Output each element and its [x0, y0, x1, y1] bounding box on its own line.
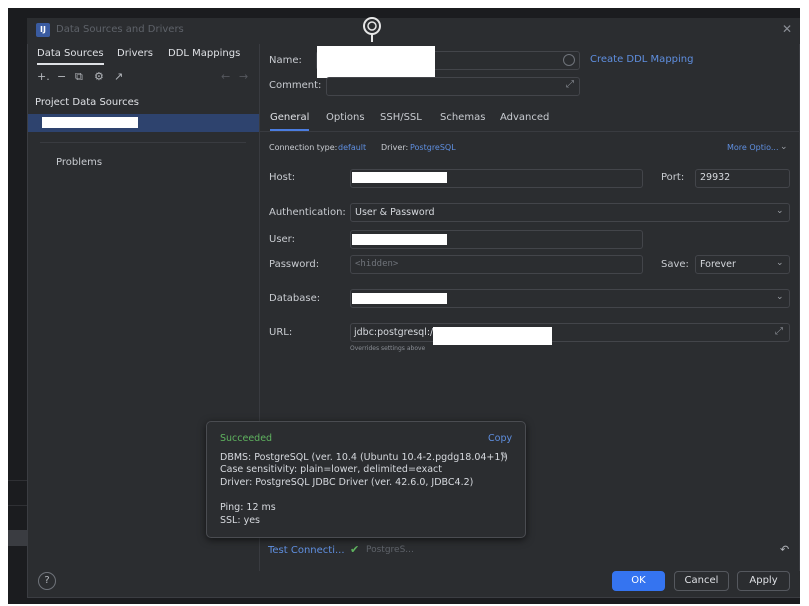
port-label: Port: [661, 172, 685, 183]
status-succeeded: Succeeded [220, 433, 273, 444]
pencil-icon: ✎ [500, 451, 509, 462]
settings-icon[interactable]: ⚙ [94, 70, 104, 83]
comment-label: Comment: [269, 80, 322, 91]
ok-button[interactable]: OK [612, 571, 665, 591]
test-connection-link[interactable]: Test Connecti... [268, 545, 345, 556]
ping-info: Ping: 12 ms [220, 502, 276, 513]
tab-ssh-ssl[interactable]: SSH/SSL [380, 112, 422, 123]
driver-label: Driver: [381, 143, 409, 152]
divider [8, 480, 28, 481]
case-sensitivity-info: Case sensitivity: plain=lower, delimited… [220, 464, 442, 475]
export-icon[interactable]: ↗ [114, 70, 123, 83]
background-panel-fragment [8, 530, 28, 546]
url-hint: Overrides settings above [350, 345, 426, 352]
add-icon[interactable]: +. [37, 70, 50, 83]
tab-ddl-mappings[interactable]: DDL Mappings [168, 48, 240, 59]
test-status: PostgreS... [366, 545, 414, 555]
driver-info: Driver: PostgreSQL JDBC Driver (ver. 42.… [220, 477, 474, 488]
connection-type-value[interactable]: default [338, 143, 366, 152]
comment-input[interactable] [326, 77, 580, 96]
divider [8, 505, 28, 506]
cancel-button[interactable]: Cancel [674, 571, 729, 591]
problems-item[interactable]: Problems [56, 157, 102, 168]
window-title: Data Sources and Drivers [56, 24, 184, 35]
tab-general[interactable]: General [270, 112, 310, 131]
tabs-divider [260, 131, 800, 132]
remove-icon[interactable]: − [57, 70, 66, 83]
close-icon[interactable]: ✕ [782, 22, 792, 36]
password-placeholder: <hidden> [355, 259, 399, 269]
app-icon: IJ [36, 23, 50, 37]
tab-advanced[interactable]: Advanced [500, 112, 549, 123]
database-label: Database: [269, 293, 321, 304]
duplicate-icon[interactable]: ⧉ [75, 70, 83, 84]
expand-icon[interactable]: ⤢ [775, 326, 783, 337]
chevron-down-icon: ⌄ [776, 206, 784, 216]
password-label: Password: [269, 259, 320, 270]
dbms-info: DBMS: PostgreSQL (ver. 10.4 (Ubuntu 10.4… [220, 452, 508, 463]
color-picker-icon[interactable] [563, 54, 575, 66]
user-label: User: [269, 234, 295, 245]
redacted-data-source-name [42, 117, 138, 128]
more-options-link[interactable]: More Optio... [727, 143, 779, 152]
port-value: 29932 [700, 172, 731, 183]
redacted-host [352, 172, 447, 183]
redacted-user [352, 234, 447, 245]
chevron-down-icon: ⌄ [776, 292, 784, 302]
driver-value[interactable]: PostgreSQL [410, 143, 456, 152]
save-value: Forever [700, 259, 736, 270]
authentication-label: Authentication: [269, 207, 346, 218]
tab-schemas[interactable]: Schemas [440, 112, 485, 123]
revert-icon[interactable]: ↶ [780, 543, 789, 556]
divider [40, 142, 246, 143]
project-data-sources-label: Project Data Sources [35, 97, 140, 108]
connection-type-label: Connection type: [269, 143, 338, 152]
redacted-url [433, 327, 552, 345]
name-label: Name: [269, 55, 302, 66]
ssl-info: SSL: yes [220, 515, 260, 526]
tab-drivers[interactable]: Drivers [117, 48, 153, 59]
help-icon[interactable]: ? [38, 572, 56, 590]
redacted-name [317, 46, 435, 78]
chevron-down-icon: ⌄ [780, 142, 788, 152]
save-label: Save: [661, 259, 689, 270]
expand-icon[interactable]: ⤢ [566, 79, 574, 90]
forward-arrow-icon[interactable]: → [239, 70, 248, 83]
tab-options[interactable]: Options [326, 112, 365, 123]
create-ddl-mapping-link[interactable]: Create DDL Mapping [590, 54, 693, 65]
chevron-down-icon: ⌄ [776, 258, 784, 268]
hook-icon [363, 17, 381, 42]
apply-button[interactable]: Apply [737, 571, 790, 591]
host-label: Host: [269, 172, 296, 183]
tab-data-sources[interactable]: Data Sources [37, 48, 104, 65]
authentication-value: User & Password [355, 207, 435, 218]
checkmark-icon: ✔ [350, 543, 360, 556]
back-arrow-icon[interactable]: ← [221, 70, 230, 83]
redacted-database [352, 293, 447, 304]
copy-link[interactable]: Copy [488, 433, 512, 444]
url-label: URL: [269, 327, 293, 338]
url-value: jdbc:postgresql:/ [354, 327, 434, 338]
